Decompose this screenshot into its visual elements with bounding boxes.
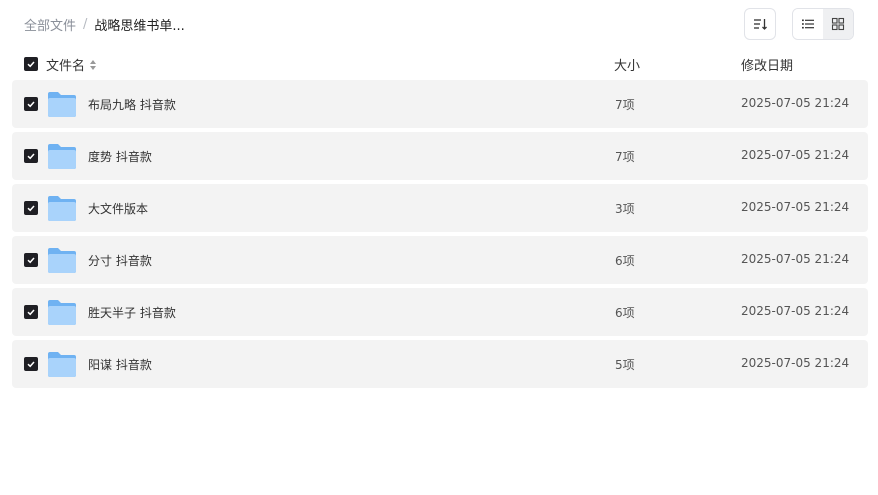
checkmark-icon — [27, 61, 35, 68]
row-checkbox[interactable] — [24, 201, 38, 215]
breadcrumb-separator: / — [83, 16, 88, 32]
file-date: 2025-07-05 21:24 — [741, 356, 850, 370]
breadcrumb-root-link[interactable]: 全部文件 — [24, 15, 76, 34]
file-name[interactable]: 胜天半子 抖音款 — [88, 304, 176, 321]
table-row[interactable]: 布局九略 抖音款 7项 2025-07-05 21:24 — [12, 80, 868, 128]
file-size: 5项 — [615, 358, 635, 372]
table-row[interactable]: 度势 抖音款 7项 2025-07-05 21:24 — [12, 132, 868, 180]
folder-icon — [48, 92, 76, 117]
name-header-label: 文件名 — [46, 59, 86, 74]
checkmark-icon — [27, 205, 35, 212]
breadcrumb: 全部文件 / 战略思维书单... — [24, 14, 185, 34]
file-date: 2025-07-05 21:24 — [741, 252, 850, 266]
grid-view-button[interactable] — [823, 9, 853, 39]
file-list: 布局九略 抖音款 7项 2025-07-05 21:24 度势 抖音款 7项 2… — [12, 80, 868, 392]
table-row[interactable]: 阳谋 抖音款 5项 2025-07-05 21:24 — [12, 340, 868, 388]
folder-icon — [48, 352, 76, 377]
row-checkbox[interactable] — [24, 357, 38, 371]
row-checkbox[interactable] — [24, 305, 38, 319]
file-name[interactable]: 布局九略 抖音款 — [88, 96, 176, 113]
checkmark-icon — [27, 101, 35, 108]
name-column-header[interactable]: 文件名 — [46, 55, 98, 74]
file-name[interactable]: 度势 抖音款 — [88, 148, 152, 165]
table-row[interactable]: 胜天半子 抖音款 6项 2025-07-05 21:24 — [12, 288, 868, 336]
file-date: 2025-07-05 21:24 — [741, 148, 850, 162]
checkmark-icon — [27, 361, 35, 368]
file-name[interactable]: 阳谋 抖音款 — [88, 356, 152, 373]
folder-icon — [48, 196, 76, 221]
row-checkbox[interactable] — [24, 149, 38, 163]
view-toggle — [792, 8, 854, 40]
file-date: 2025-07-05 21:24 — [741, 200, 850, 214]
select-all-checkbox[interactable] — [24, 57, 38, 71]
file-date: 2025-07-05 21:24 — [741, 96, 850, 110]
file-name[interactable]: 大文件版本 — [88, 200, 148, 217]
file-name[interactable]: 分寸 抖音款 — [88, 252, 152, 269]
breadcrumb-current: 战略思维书单... — [94, 18, 185, 34]
file-size: 6项 — [615, 254, 635, 268]
sort-icon — [754, 19, 767, 30]
file-date: 2025-07-05 21:24 — [741, 304, 850, 318]
row-checkbox[interactable] — [24, 253, 38, 267]
size-column-header[interactable]: 大小 — [614, 55, 640, 74]
grid-view-icon — [831, 17, 845, 31]
table-header: 文件名 大小 修改日期 — [12, 52, 868, 76]
checkmark-icon — [27, 153, 35, 160]
checkmark-icon — [27, 309, 35, 316]
sort-arrows-icon — [90, 59, 97, 70]
row-checkbox[interactable] — [24, 97, 38, 111]
table-row[interactable]: 分寸 抖音款 6项 2025-07-05 21:24 — [12, 236, 868, 284]
sort-button[interactable] — [744, 8, 776, 40]
folder-icon — [48, 248, 76, 273]
file-size: 7项 — [615, 98, 635, 112]
file-size: 6项 — [615, 306, 635, 320]
checkmark-icon — [27, 257, 35, 264]
table-row[interactable]: 大文件版本 3项 2025-07-05 21:24 — [12, 184, 868, 232]
file-size: 7项 — [615, 150, 635, 164]
file-size: 3项 — [615, 202, 635, 216]
list-view-icon — [802, 19, 814, 29]
date-column-header[interactable]: 修改日期 — [741, 55, 793, 74]
folder-icon — [48, 300, 76, 325]
folder-icon — [48, 144, 76, 169]
list-view-button[interactable] — [793, 9, 823, 39]
